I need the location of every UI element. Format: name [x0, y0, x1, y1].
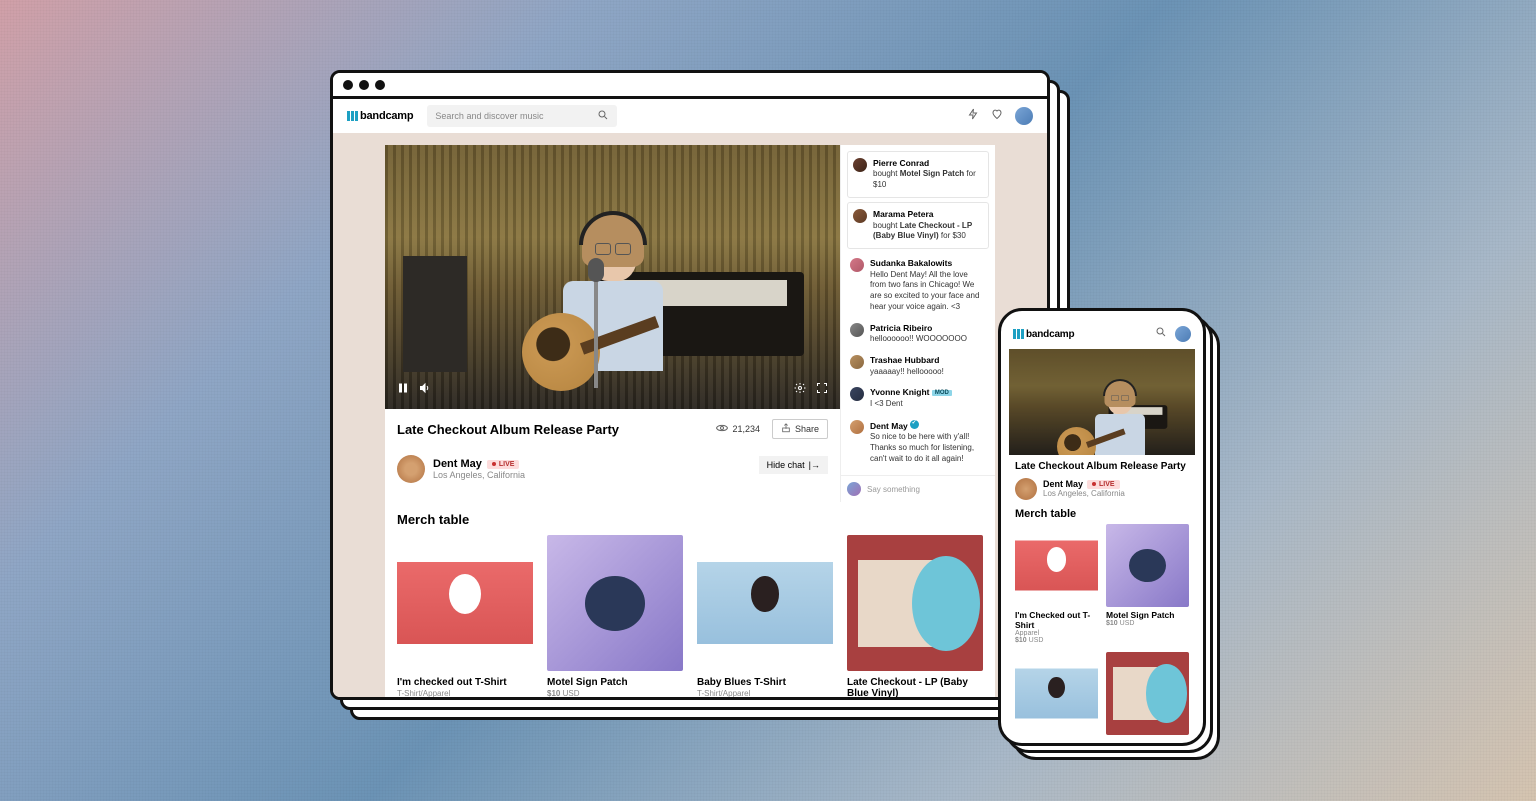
- settings-video-icon[interactable]: [794, 381, 806, 399]
- merch-item-mobile[interactable]: [1106, 652, 1189, 735]
- merch-image: [847, 535, 983, 671]
- chat-message: Dent May So nice to be here with y'all! …: [847, 415, 989, 470]
- chat-input[interactable]: Say something: [841, 475, 995, 502]
- chat-message: Trashae Hubbardyaaaaay!! hellooooo!: [847, 350, 989, 382]
- header-actions: [967, 107, 1033, 125]
- merch-item[interactable]: Late Checkout - LP (Baby Blue Vinyl): [847, 535, 983, 697]
- chat-user-avatar: [847, 482, 861, 496]
- artist-location: Los Angeles, California: [433, 470, 525, 480]
- window-titlebar: [333, 73, 1047, 99]
- window-max-dot[interactable]: [375, 80, 385, 90]
- user-avatar[interactable]: [1015, 107, 1033, 125]
- window-min-dot[interactable]: [359, 80, 369, 90]
- verified-icon: [910, 420, 919, 429]
- heart-icon[interactable]: [991, 107, 1003, 125]
- phone-mockup: bandcamp Late Checkout Album Release Par…: [998, 308, 1206, 746]
- merch-heading-mobile: Merch table: [1009, 502, 1195, 524]
- search-input[interactable]: Search and discover music: [427, 105, 617, 127]
- chat-panel: Pierre Conrad bought Motel Sign Patch fo…: [840, 145, 995, 502]
- live-badge-mobile: LIVE: [1087, 480, 1120, 489]
- merch-item[interactable]: Baby Blues T-Shirt T-Shirt/Apparel: [697, 535, 833, 697]
- merch-item-mobile[interactable]: Motel Sign Patch $10 USD: [1106, 524, 1189, 644]
- window-close-dot[interactable]: [343, 80, 353, 90]
- merch-image: [397, 535, 533, 671]
- artist-info[interactable]: Dent May LIVE Los Angeles, California: [397, 455, 525, 483]
- search-placeholder: Search and discover music: [435, 111, 543, 121]
- brand-logo[interactable]: bandcamp: [347, 110, 413, 122]
- chat-avatar: [850, 258, 864, 272]
- mod-badge: MOD: [932, 390, 952, 396]
- chat-avatar: [850, 355, 864, 369]
- search-icon[interactable]: [1155, 325, 1167, 343]
- chat-message: Sudanka BakalowitsHello Dent May! All th…: [847, 253, 989, 318]
- chat-avatar: [853, 209, 867, 223]
- phone-mockup-stack: bandcamp Late Checkout Album Release Par…: [998, 308, 1206, 746]
- artist-info-mobile[interactable]: Dent MayLIVE Los Angeles, California: [1015, 478, 1189, 500]
- live-video-player[interactable]: [385, 145, 840, 409]
- live-badge: LIVE: [487, 460, 520, 469]
- view-count: 21,234: [732, 424, 760, 434]
- brand-logo-mobile[interactable]: bandcamp: [1013, 329, 1074, 340]
- chat-avatar: [853, 158, 867, 172]
- share-button[interactable]: Share: [772, 419, 828, 439]
- browser-window: bandcamp Search and discover music: [330, 70, 1050, 700]
- chat-purchase: Marama Petera bought Late Checkout - LP …: [847, 202, 989, 249]
- pause-icon[interactable]: [397, 381, 409, 399]
- collapse-icon: |→: [809, 460, 820, 470]
- brand-name: bandcamp: [360, 110, 413, 122]
- user-avatar-mobile[interactable]: [1175, 326, 1191, 342]
- volume-icon[interactable]: [419, 381, 431, 399]
- artist-avatar: [397, 455, 425, 483]
- search-icon: [597, 109, 609, 123]
- site-header: bandcamp Search and discover music: [333, 99, 1047, 133]
- merch-image: [1106, 652, 1189, 735]
- merch-item-mobile[interactable]: [1015, 652, 1098, 735]
- merch-image: [1015, 524, 1098, 607]
- eye-icon: [716, 422, 728, 436]
- chat-avatar: [850, 323, 864, 337]
- hide-chat-button[interactable]: Hide chat |→: [759, 456, 828, 474]
- merch-image: [1015, 652, 1098, 735]
- merch-section: Merch table I'm checked out T-Shirt T-Sh…: [385, 502, 995, 697]
- chat-message: Yvonne Knight MODI <3 Dent: [847, 382, 989, 414]
- stream-title-mobile: Late Checkout Album Release Party: [1015, 461, 1189, 472]
- browser-window-stack: bandcamp Search and discover music: [330, 70, 1050, 700]
- merch-item[interactable]: I'm checked out T-Shirt T-Shirt/Apparel: [397, 535, 533, 697]
- chat-purchase: Pierre Conrad bought Motel Sign Patch fo…: [847, 151, 989, 198]
- merch-heading: Merch table: [397, 512, 983, 527]
- page-content: Late Checkout Album Release Party 21,234…: [333, 133, 1047, 697]
- merch-item[interactable]: Motel Sign Patch $10 USD: [547, 535, 683, 697]
- merch-image: [1106, 524, 1189, 607]
- artist-name: Dent May: [433, 458, 482, 470]
- merch-image: [697, 535, 833, 671]
- live-video-player-mobile[interactable]: [1009, 349, 1195, 455]
- stream-title: Late Checkout Album Release Party: [397, 422, 619, 437]
- bolt-icon[interactable]: [967, 107, 979, 125]
- chat-placeholder: Say something: [867, 485, 920, 494]
- merch-item-mobile[interactable]: I'm Checked out T-Shirt Apparel $10 USD: [1015, 524, 1098, 644]
- artist-avatar-mobile: [1015, 478, 1037, 500]
- chat-avatar: [850, 420, 864, 434]
- fullscreen-icon[interactable]: [816, 381, 828, 399]
- merch-image: [547, 535, 683, 671]
- share-icon: [781, 423, 791, 435]
- chat-avatar: [850, 387, 864, 401]
- chat-message-list[interactable]: Pierre Conrad bought Motel Sign Patch fo…: [841, 145, 995, 475]
- mobile-header: bandcamp: [1009, 323, 1195, 349]
- chat-message: Patricia Ribeirohelloooooo!! WOOOOOOO: [847, 318, 989, 350]
